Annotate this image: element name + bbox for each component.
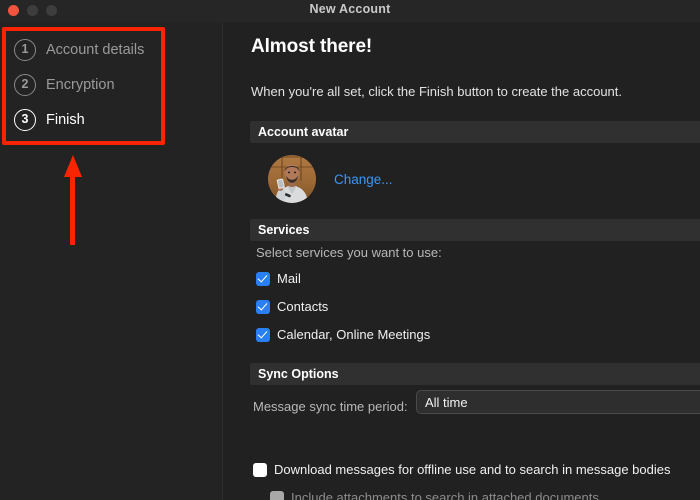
message-sync-period-select[interactable]: All time: [416, 390, 700, 414]
checkbox-download-offline[interactable]: [253, 462, 267, 477]
wizard-steps-list: 1 Account details 2 Encryption 3 Finish: [10, 32, 210, 137]
step-number-badge: 1: [14, 38, 36, 61]
section-header-sync-options: Sync Options: [250, 363, 700, 385]
titlebar: New Account: [0, 0, 700, 22]
services-intro-label: Select services you want to use:: [256, 245, 442, 260]
step-label: Account details: [46, 41, 145, 58]
checkbox-label: Download messages for offline use and to…: [274, 462, 671, 477]
change-avatar-link[interactable]: Change...: [334, 172, 393, 187]
section-header-account-avatar: Account avatar: [250, 121, 700, 143]
step-number-badge: 2: [14, 73, 36, 96]
section-header-services: Services: [250, 219, 700, 241]
checkbox-label: Mail: [277, 271, 301, 286]
sidebar-step-account-details[interactable]: 1 Account details: [10, 32, 210, 67]
checkbox-row-contacts[interactable]: Contacts: [256, 299, 328, 314]
wizard-sidebar: 1 Account details 2 Encryption 3 Finish: [0, 22, 222, 500]
checkbox-contacts[interactable]: [256, 299, 270, 314]
checkbox-row-mail[interactable]: Mail: [256, 271, 301, 286]
checkbox-row-calendar[interactable]: Calendar, Online Meetings: [256, 327, 430, 342]
step-number-badge: 3: [14, 108, 36, 131]
content-pane: Almost there! When you're all set, click…: [223, 22, 700, 500]
checkbox-label: Contacts: [277, 299, 329, 314]
checkbox-label: Calendar, Online Meetings: [277, 327, 431, 342]
sidebar-step-encryption[interactable]: 2 Encryption: [10, 67, 210, 102]
page-subtitle: When you're all set, click the Finish bu…: [251, 84, 623, 99]
checkbox-row-include-attachments[interactable]: Include attachments to search in attache…: [270, 490, 599, 500]
window-title: New Account: [309, 2, 391, 16]
step-label: Encryption: [46, 76, 115, 93]
checkbox-calendar-online-meetings[interactable]: [256, 327, 270, 342]
sidebar-step-finish[interactable]: 3 Finish: [10, 102, 210, 137]
checkbox-label: Include attachments to search in attache…: [291, 490, 599, 500]
checkbox-include-attachments[interactable]: [270, 490, 284, 500]
avatar: [268, 155, 316, 203]
step-label: Finish: [46, 111, 85, 128]
checkbox-mail[interactable]: [256, 271, 270, 286]
checkbox-row-download-offline[interactable]: Download messages for offline use and to…: [253, 462, 671, 477]
page-title: Almost there!: [251, 36, 373, 57]
new-account-window: New Account 1 Account details 2 Encrypti…: [0, 0, 700, 500]
avatar-row: Change...: [268, 155, 393, 203]
message-sync-period-label: Message sync time period:: [253, 399, 408, 414]
